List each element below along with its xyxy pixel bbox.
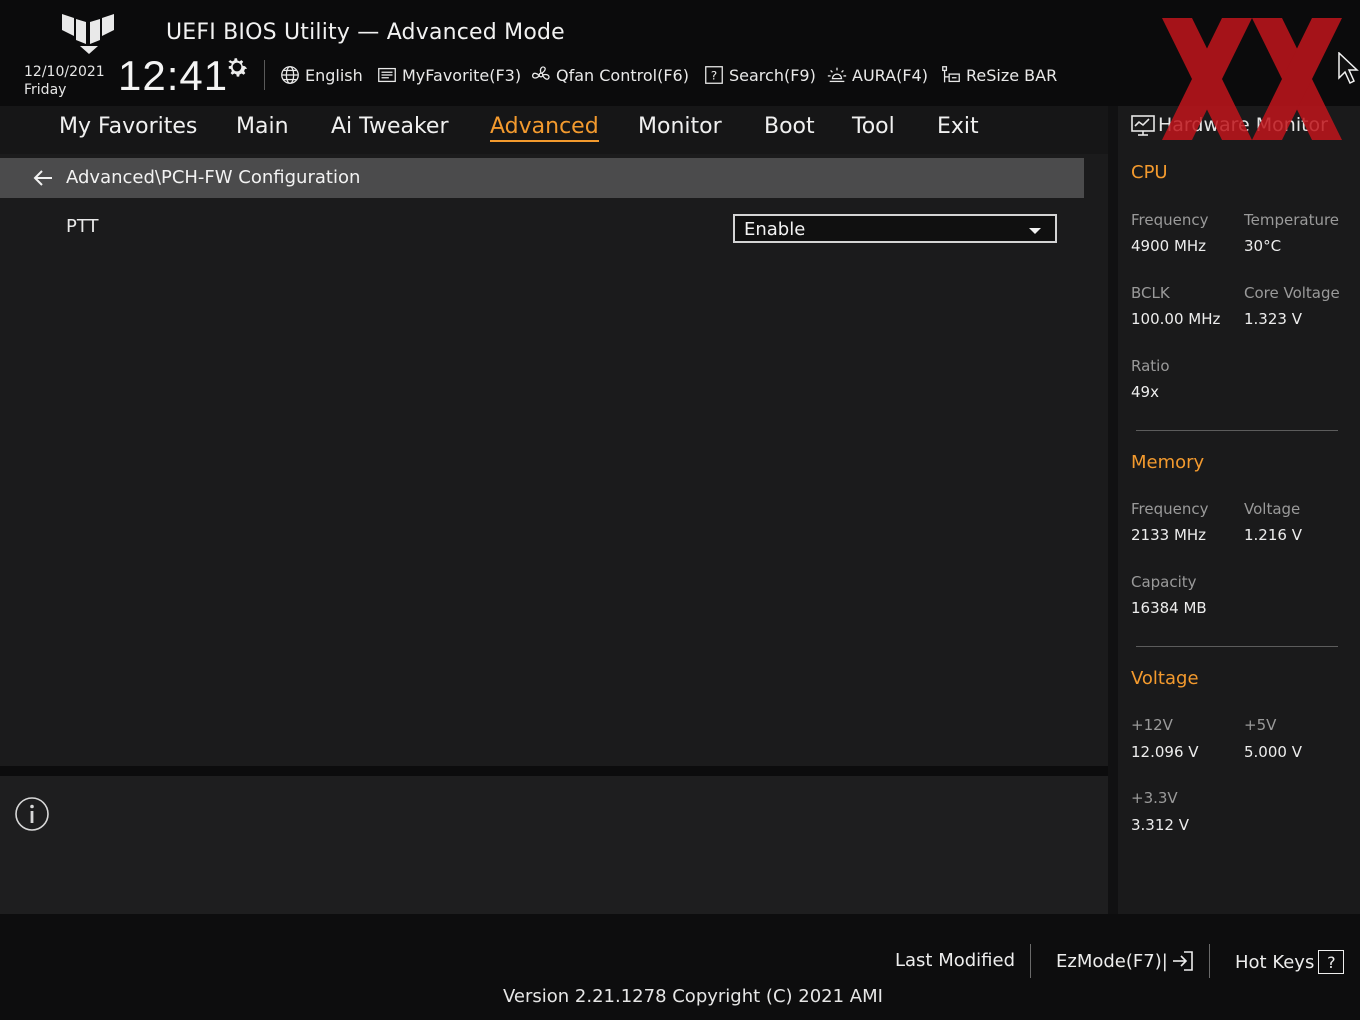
breadcrumb-path: Advanced\PCH-FW Configuration — [66, 167, 361, 188]
hardware-monitor-title: Hardware Monitor — [1158, 114, 1328, 136]
breadcrumb[interactable]: Advanced\PCH-FW Configuration — [0, 158, 1084, 198]
help-info-panel — [0, 776, 1108, 914]
aura-light-icon — [827, 67, 847, 83]
hot-keys-label: Hot Keys — [1235, 951, 1315, 973]
svg-text:?: ? — [711, 69, 717, 83]
main-tab-bar: My Favorites Main Ai Tweaker Advanced Mo… — [0, 106, 1108, 154]
qfan-control-label: Qfan Control(F6) — [556, 65, 689, 85]
tab-my-favorites[interactable]: My Favorites — [59, 114, 197, 139]
tab-boot[interactable]: Boot — [764, 114, 815, 139]
memory-section-title: Memory — [1131, 452, 1205, 473]
tab-tool[interactable]: Tool — [852, 114, 895, 139]
version-text: Version 2.21.1278 Copyright (C) 2021 AMI — [503, 986, 883, 1007]
section-divider — [1136, 430, 1338, 431]
core-voltage-value: 1.323 V — [1244, 310, 1302, 328]
settings-panel: Advanced\PCH-FW Configuration PTT Enable — [0, 154, 1108, 766]
v5-value: 5.000 V — [1244, 743, 1302, 761]
capacity-value: 16384 MB — [1131, 599, 1207, 617]
search-label: Search(F9) — [729, 65, 816, 85]
ratio-value: 49x — [1131, 383, 1159, 401]
memory-voltage-label: Voltage — [1244, 500, 1301, 518]
clock-display[interactable]: 12:41 — [118, 52, 228, 100]
cpu-temperature-label: Temperature — [1244, 211, 1340, 229]
myfavorite-label: MyFavorite(F3) — [402, 65, 522, 85]
search-help-icon: ? — [705, 66, 723, 84]
ezmode-button[interactable]: EzMode(F7)| — [1056, 950, 1194, 972]
tab-ai-tweaker[interactable]: Ai Tweaker — [331, 114, 449, 139]
hot-keys-button[interactable]: Hot Keys ? — [1235, 950, 1345, 974]
footer-bar: Last Modified EzMode(F7)| Hot Keys ? Ver… — [0, 914, 1360, 1020]
exit-to-ezmode-icon — [1172, 951, 1193, 971]
footer-divider — [1209, 944, 1210, 978]
back-arrow-icon[interactable] — [30, 166, 56, 190]
memory-frequency-label: Frequency — [1131, 500, 1209, 518]
cpu-temperature-value: 30°C — [1244, 237, 1282, 255]
tuf-logo-icon — [62, 14, 114, 54]
section-divider — [1136, 646, 1338, 647]
tab-exit[interactable]: Exit — [937, 114, 979, 139]
memory-voltage-value: 1.216 V — [1244, 526, 1302, 544]
favorite-list-icon — [378, 67, 396, 83]
resize-bar-label: ReSize BAR — [966, 65, 1058, 85]
language-button[interactable]: English — [279, 62, 363, 88]
bclk-label: BCLK — [1131, 284, 1170, 302]
v5-label: +5V — [1244, 716, 1277, 734]
tab-main[interactable]: Main — [236, 114, 289, 139]
tab-monitor[interactable]: Monitor — [638, 114, 722, 139]
mouse-cursor-icon — [1338, 52, 1359, 85]
footer-divider — [1030, 944, 1031, 978]
v33-label: +3.3V — [1131, 789, 1178, 807]
bclk-value: 100.00 MHz — [1131, 310, 1221, 328]
resize-bar-button[interactable]: ReSize BAR — [940, 62, 1057, 88]
header-bar: UEFI BIOS Utility — Advanced Mode 12/10/… — [0, 0, 1360, 106]
cpu-frequency-value: 4900 MHz — [1131, 237, 1207, 255]
resize-bar-icon — [942, 66, 960, 83]
core-voltage-label: Core Voltage — [1244, 284, 1340, 302]
qfan-control-button[interactable]: Qfan Control(F6) — [530, 62, 689, 88]
gear-icon[interactable] — [224, 54, 250, 80]
ezmode-label: EzMode(F7)| — [1056, 950, 1168, 972]
tab-advanced[interactable]: Advanced — [490, 114, 599, 142]
ptt-label: PTT — [66, 216, 99, 237]
last-modified-button[interactable]: Last Modified — [895, 950, 1015, 971]
v33-value: 3.312 V — [1131, 816, 1189, 834]
language-label: English — [305, 65, 363, 85]
v12-label: +12V — [1131, 716, 1173, 734]
ptt-select[interactable]: Enable — [733, 214, 1057, 243]
chevron-down-icon — [1029, 228, 1041, 234]
info-divider — [0, 766, 1108, 776]
memory-frequency-value: 2133 MHz — [1131, 526, 1207, 544]
v12-value: 12.096 V — [1131, 743, 1199, 761]
myfavorite-button[interactable]: MyFavorite(F3) — [376, 62, 521, 88]
bios-screen: UEFI BIOS Utility — Advanced Mode 12/10/… — [0, 0, 1360, 1020]
help-question-icon: ? — [1318, 950, 1345, 974]
capacity-label: Capacity — [1131, 573, 1197, 591]
header-divider — [264, 60, 265, 90]
globe-icon — [281, 66, 299, 84]
date-display: 12/10/2021 — [24, 64, 105, 80]
ratio-label: Ratio — [1131, 357, 1170, 375]
search-button[interactable]: ? Search(F9) — [703, 62, 816, 88]
ptt-select-value: Enable — [744, 219, 806, 240]
info-icon — [15, 797, 49, 831]
fan-icon — [531, 66, 550, 80]
hardware-monitor-panel: Hardware Monitor CPU Frequency Temperatu… — [1118, 106, 1360, 914]
monitor-icon — [1131, 115, 1155, 136]
cpu-frequency-label: Frequency — [1131, 211, 1209, 229]
aura-button[interactable]: AURA(F4) — [826, 62, 928, 88]
day-display: Friday — [24, 82, 67, 98]
voltage-section-title: Voltage — [1131, 668, 1199, 689]
cpu-section-title: CPU — [1131, 162, 1168, 183]
app-title: UEFI BIOS Utility — Advanced Mode — [166, 20, 565, 45]
aura-label: AURA(F4) — [852, 65, 928, 85]
